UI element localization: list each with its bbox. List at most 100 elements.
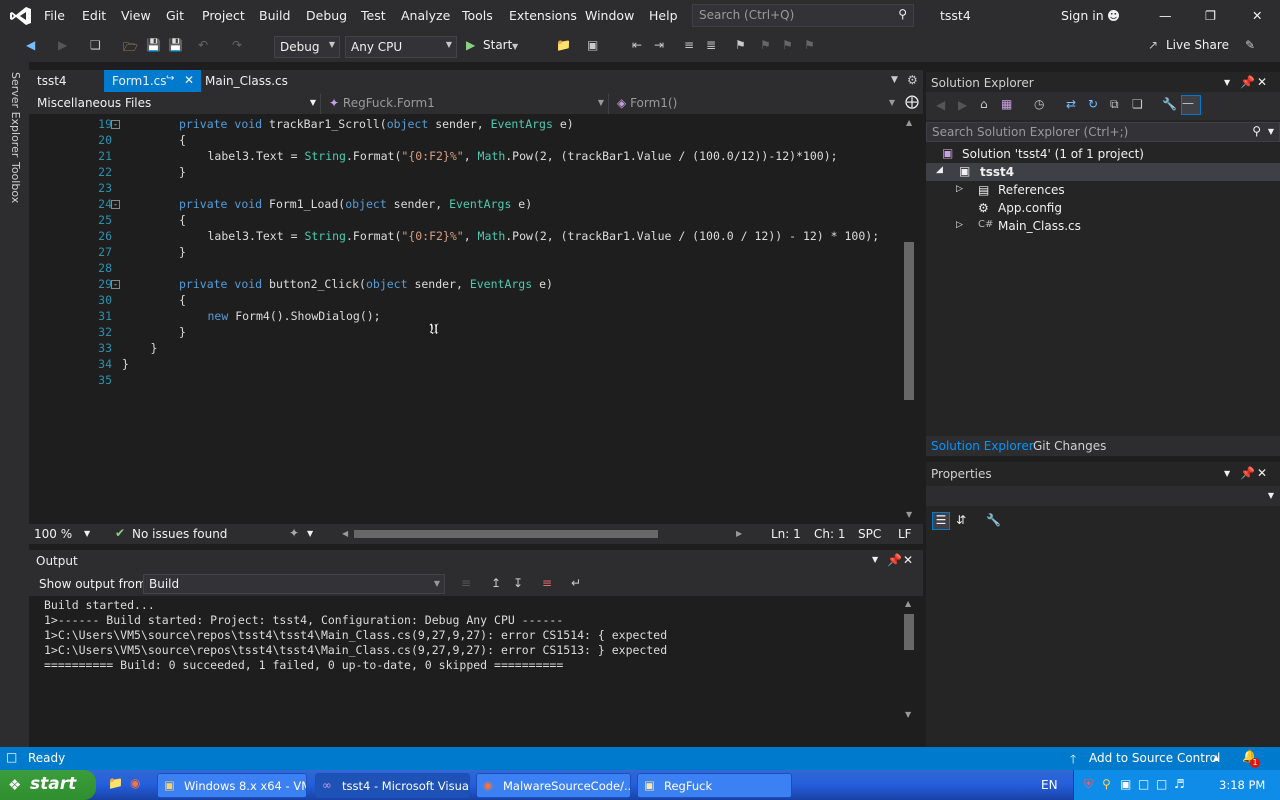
collapse-region-icon[interactable]: - [111,120,120,129]
forward-icon[interactable]: ▶ [958,98,967,112]
issues-status[interactable]: No issues found [132,527,227,541]
chevron-down-icon[interactable]: ▼ [1224,469,1230,478]
column-number[interactable]: Ch: 1 [814,527,845,541]
task-firefox[interactable]: ◉ MalwareSourceCode/... [476,773,631,798]
prev-bookmark-icon[interactable]: ⚑ [760,38,771,52]
chevron-down-icon[interactable]: ▼ [84,529,90,538]
bookmark-icon[interactable]: ⚑ [735,38,746,52]
tab-solution-explorer[interactable]: Solution Explorer [931,439,1034,453]
collapse-region-icon[interactable]: - [111,280,120,289]
history-icon[interactable]: ◷ [1034,97,1044,111]
home-icon[interactable]: ⌂ [980,97,988,111]
alphabetical-icon[interactable]: ⇵ [956,513,966,527]
search-input[interactable]: Search (Ctrl+Q) ⚲ [692,4,914,27]
start-dropdown-icon[interactable]: ▼ [512,42,518,51]
solution-node[interactable]: Solution 'tsst4' (1 of 1 project) [962,147,1144,161]
uncomment-icon[interactable]: ≣ [706,38,716,52]
tab-tsst4[interactable]: tsst4 [29,70,75,92]
close-tab-icon[interactable]: ✕ [184,73,194,87]
whitespace-mode[interactable]: SPC [858,527,881,541]
start-button[interactable]: ❖ start [0,770,96,800]
network-icon[interactable]: □ [1138,777,1149,791]
sync-icon[interactable]: ⇄ [1066,97,1076,111]
settings-icon[interactable]: ⚙ [907,73,918,87]
pin-icon[interactable]: 📌 [1240,466,1255,480]
properties-object-select[interactable]: ▼ [926,486,1280,506]
scroll-left-icon[interactable]: ◀ [342,529,348,538]
horizontal-scroll-thumb[interactable] [354,530,658,538]
collapse-region-icon[interactable]: - [111,200,120,209]
usb-icon[interactable]: ▣ [1120,777,1131,791]
security-icon[interactable]: ⛨ [1084,777,1093,792]
step-over-icon[interactable]: ⇥ [654,38,664,52]
expand-arrow-icon[interactable]: ◢ [936,165,943,175]
solution-search-input[interactable]: Search Solution Explorer (Ctrl+;) ⚲ ▼ [926,122,1280,142]
redo-icon[interactable]: ↷ [232,38,242,52]
scroll-up-icon[interactable]: ▲ [906,118,912,127]
screenshot-icon[interactable]: ▣ [587,38,598,52]
menu-git[interactable]: Git [166,8,184,23]
feedback-icon[interactable]: ✎ [1245,38,1255,52]
next-bookmark-icon[interactable]: ⚑ [782,38,793,52]
properties-icon[interactable]: 🔧 [1162,97,1177,111]
cleanup-icon[interactable]: ✦ [289,526,299,540]
scroll-right-icon[interactable]: ▶ [736,529,742,538]
add-source-control-button[interactable]: Add to Source Control [1089,751,1220,765]
forward-icon[interactable]: ▶ [58,38,67,52]
switch-views-icon[interactable]: ▦ [1001,97,1012,111]
scroll-up-icon[interactable]: ▲ [905,599,911,608]
collapse-all-icon[interactable]: ⧉ [1110,97,1119,112]
close-icon[interactable]: ✕ [1257,466,1267,480]
search-icon[interactable]: ⚲ [1102,777,1111,791]
pin-icon[interactable]: ↪ [166,73,174,84]
close-window-button[interactable]: ✕ [1252,8,1262,23]
scroll-down-icon[interactable]: ▼ [906,510,912,519]
split-editor-icon[interactable]: ⨁ [905,94,919,110]
menu-test[interactable]: Test [361,8,386,23]
start-icon[interactable]: ▶ [466,38,475,52]
comment-icon[interactable]: ≡ [684,38,694,52]
chevron-down-icon[interactable]: ▼ [1224,78,1230,87]
save-icon[interactable]: 💾 [146,38,161,52]
project-node[interactable]: tsst4 [980,165,1014,179]
save-all-icon[interactable]: 💾 [168,38,183,52]
pin-icon[interactable]: 📌 [887,553,902,567]
line-number[interactable]: Ln: 1 [771,527,801,541]
menu-tools[interactable]: Tools [462,8,493,23]
clock[interactable]: 3:18 PM [1219,778,1265,792]
close-icon[interactable]: ✕ [1257,75,1267,89]
tab-git-changes[interactable]: Git Changes [1033,439,1106,453]
next-message-icon[interactable]: ↧ [513,576,523,590]
platform-select[interactable]: Any CPU ▼ [345,36,457,58]
menu-view[interactable]: View [121,8,151,23]
display-icon[interactable]: □ [1156,777,1167,791]
main-class-node[interactable]: Main_Class.cs [998,219,1081,233]
sign-in-link[interactable]: Sign in [1061,8,1104,23]
task-vm[interactable]: ▣ Windows 8.x x64 - VM... [157,773,307,798]
new-project-icon[interactable]: ❏ [90,38,101,52]
app-config-node[interactable]: App.config [998,201,1062,215]
language-indicator[interactable]: EN [1041,778,1058,792]
code-editor[interactable]: 19- private void trackBar1_Scroll(object … [29,114,901,524]
collapse-arrow-icon[interactable]: ▷ [956,220,963,230]
browse-icon[interactable]: 📁 [556,38,571,52]
user-icon[interactable]: ☻ [1107,8,1120,23]
minimize-button[interactable]: — [1159,8,1172,23]
tab-list-icon[interactable]: ▼ [891,75,898,85]
chevron-up-icon[interactable]: ▲ [1213,753,1219,762]
find-message-icon[interactable]: ≡ [461,576,471,590]
preview-icon[interactable]: — [1181,95,1201,115]
pin-icon[interactable]: 📌 [1240,75,1255,89]
show-all-files-icon[interactable]: ❏ [1132,97,1143,111]
close-icon[interactable]: ✕ [903,553,913,567]
refresh-icon[interactable]: ↻ [1088,97,1098,111]
collapse-arrow-icon[interactable]: ▷ [956,184,963,194]
back-icon[interactable]: ◀ [936,98,945,112]
server-explorer-tab[interactable]: Server Explorer [9,72,22,157]
task-regfuck[interactable]: ▣ RegFuck [637,773,792,798]
step-into-icon[interactable]: ⇤ [632,38,642,52]
chevron-down-icon[interactable]: ▼ [872,555,878,564]
menu-help[interactable]: Help [649,8,678,23]
tab-form1[interactable]: Form1.cs ↪ ✕ [104,70,201,92]
zoom-level[interactable]: 100 % [34,527,72,541]
